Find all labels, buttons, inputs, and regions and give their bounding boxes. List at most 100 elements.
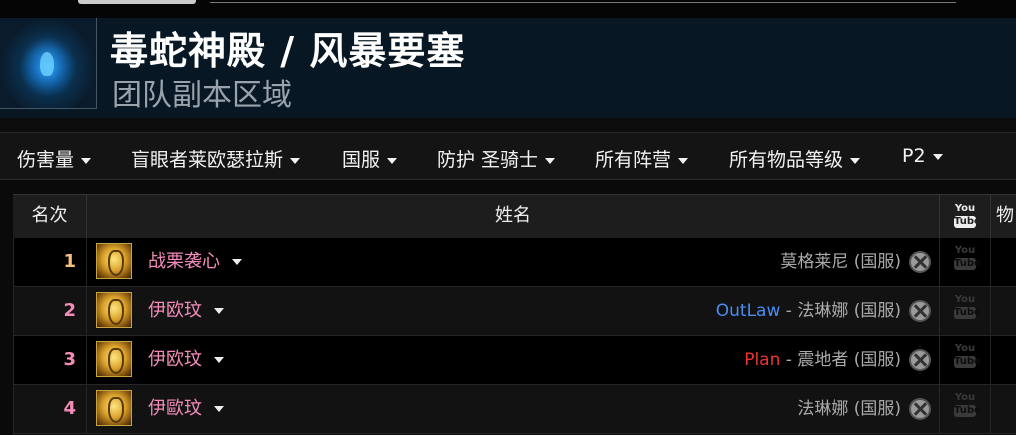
youtube-icon: You Tube — [954, 343, 981, 368]
paladin-protection-icon — [96, 390, 132, 426]
faction-icon — [909, 398, 931, 420]
faction-icon — [909, 300, 931, 322]
chevron-down-icon — [290, 157, 301, 164]
youtube-icon: You Tube — [954, 392, 981, 417]
table-row: 2 伊欧玟 OutLaw - 法琳娜 (国服) You Tube — [13, 287, 1016, 336]
guild-separator: - — [780, 301, 798, 321]
filter-item-level[interactable]: 所有物品等级 — [729, 145, 861, 172]
guild-separator: - — [780, 350, 798, 370]
filter-label: 防护 圣骑士 — [437, 149, 539, 171]
chevron-down-icon — [545, 157, 556, 164]
server-name: 法琳娜 (国服) — [797, 301, 901, 321]
youtube-icon-top: You — [954, 203, 976, 214]
player-name-text: 伊欧玟 — [148, 349, 202, 370]
youtube-icon: You Tube — [954, 203, 981, 228]
name-cell: 伊欧玟 Plan - 震地者 (国服) — [86, 336, 939, 384]
rank-number: 4 — [13, 385, 86, 433]
chevron-down-icon — [850, 157, 861, 164]
header-name[interactable]: 姓名 — [86, 195, 939, 238]
top-strip — [0, 0, 1016, 18]
video-cell: You Tube — [939, 238, 990, 286]
youtube-icon-bottom: Tube — [954, 405, 981, 417]
filter-metric[interactable]: 伤害量 — [17, 145, 92, 172]
table-header: 名次 姓名 You Tube 物 — [13, 194, 1016, 239]
video-cell: You Tube — [939, 385, 990, 433]
chevron-down-icon — [214, 308, 224, 314]
youtube-icon-bottom: Tube — [954, 258, 981, 270]
items-cell — [990, 336, 1016, 384]
chevron-down-icon — [387, 157, 398, 164]
filter-label: 国服 — [342, 149, 381, 171]
server-info: OutLaw - 法琳娜 (国服) — [716, 287, 901, 335]
filter-partition[interactable]: P2 — [902, 145, 943, 167]
items-cell — [990, 238, 1016, 286]
guild-name[interactable]: OutLaw — [716, 301, 781, 321]
guild-name[interactable]: Plan — [744, 350, 780, 370]
header-items[interactable]: 物 — [990, 195, 1016, 238]
chevron-down-icon — [214, 406, 224, 412]
server-name: 莫格莱尼 (国服) — [780, 252, 901, 272]
name-cell: 伊欧玟 OutLaw - 法琳娜 (国服) — [86, 287, 939, 335]
rank-number: 3 — [13, 336, 86, 384]
filter-faction[interactable]: 所有阵营 — [595, 145, 689, 172]
filter-region[interactable]: 国服 — [342, 145, 398, 172]
paladin-protection-icon — [96, 341, 132, 377]
youtube-icon-bottom: Tube — [954, 356, 981, 368]
filter-label: 所有物品等级 — [729, 149, 844, 171]
top-strip-line — [210, 2, 956, 3]
zone-header: 毒蛇神殿 / 风暴要塞 团队副本区域 — [0, 18, 1016, 118]
filter-label: 盲眼者莱欧瑟拉斯 — [131, 149, 284, 171]
player-name[interactable]: 伊歐玟 — [148, 385, 224, 433]
rank-number: 2 — [13, 287, 86, 335]
table-row: 3 伊欧玟 Plan - 震地者 (国服) You Tube — [13, 336, 1016, 385]
server-info: 莫格莱尼 (国服) — [780, 238, 901, 286]
items-cell — [990, 287, 1016, 335]
filter-bar: 伤害量 盲眼者莱欧瑟拉斯 国服 防护 圣骑士 所有阵营 所有物品等级 P2 — [0, 132, 1016, 180]
youtube-icon: You Tube — [954, 294, 981, 319]
faction-icon — [909, 251, 931, 273]
filter-label: 伤害量 — [17, 149, 75, 171]
video-cell: You Tube — [939, 287, 990, 335]
table-row: 1 战栗袭心 莫格莱尼 (国服) You Tube — [13, 238, 1016, 287]
name-cell: 战栗袭心 莫格莱尼 (国服) — [86, 238, 939, 286]
chevron-down-icon — [214, 357, 224, 363]
youtube-icon: You Tube — [954, 245, 981, 270]
paladin-protection-icon — [96, 243, 132, 279]
faction-icon — [909, 349, 931, 371]
name-cell: 伊歐玟 法琳娜 (国服) — [86, 385, 939, 433]
header-rank[interactable]: 名次 — [13, 195, 86, 238]
zone-title: 毒蛇神殿 / 风暴要塞 — [110, 29, 466, 73]
player-name-text: 伊歐玟 — [148, 398, 202, 419]
header-video: You Tube — [939, 195, 990, 238]
player-name-text: 战栗袭心 — [148, 251, 220, 272]
player-name[interactable]: 伊欧玟 — [148, 287, 224, 335]
server-name: 震地者 (国服) — [797, 350, 901, 370]
chevron-down-icon — [81, 157, 92, 164]
top-strip-fragment — [78, 0, 196, 4]
paladin-protection-icon — [96, 292, 132, 328]
chevron-down-icon — [932, 153, 943, 160]
youtube-icon-top: You — [954, 245, 976, 256]
player-name-text: 伊欧玟 — [148, 300, 202, 321]
chevron-down-icon — [232, 259, 242, 265]
youtube-icon-top: You — [954, 294, 976, 305]
server-name: 法琳娜 (国服) — [797, 399, 901, 419]
video-cell: You Tube — [939, 336, 990, 384]
zone-image — [0, 18, 97, 109]
header-gap — [0, 118, 1016, 132]
player-name[interactable]: 战栗袭心 — [148, 238, 242, 286]
player-name[interactable]: 伊欧玟 — [148, 336, 224, 384]
youtube-icon-top: You — [954, 343, 976, 354]
server-info: Plan - 震地者 (国服) — [744, 336, 901, 384]
filter-spec[interactable]: 防护 圣骑士 — [437, 145, 556, 172]
zone-subtitle: 团队副本区域 — [112, 78, 292, 113]
youtube-icon-bottom: Tube — [954, 216, 981, 228]
chevron-down-icon — [678, 157, 689, 164]
items-cell — [990, 385, 1016, 433]
youtube-icon-top: You — [954, 392, 976, 403]
zone-crystal-icon — [40, 52, 54, 76]
filter-label: 所有阵营 — [595, 149, 672, 171]
filter-boss[interactable]: 盲眼者莱欧瑟拉斯 — [131, 145, 301, 172]
rank-number: 1 — [13, 238, 86, 286]
youtube-icon-bottom: Tube — [954, 307, 981, 319]
